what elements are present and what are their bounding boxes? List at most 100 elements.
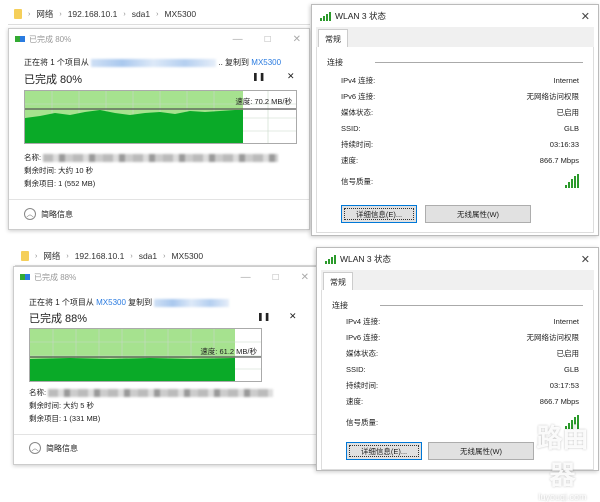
status-row: 媒体状态: 已启用 bbox=[317, 104, 593, 120]
tab-general[interactable]: 常规 bbox=[318, 29, 348, 48]
speed-graph: 速度: 70.2 MB/秒 bbox=[24, 90, 297, 144]
copy-icon bbox=[15, 36, 25, 42]
title-bar: 已完成 80% — □ ✕ bbox=[9, 29, 309, 49]
explorer-address-bar[interactable]: › 网络 › 192.168.10.1 › sda1 › MX5300 bbox=[8, 4, 310, 25]
time-remaining: 剩余时间: 大约 5 秒 bbox=[29, 401, 95, 410]
explorer-address-bar[interactable]: › 网络 › 192.168.10.1 › sda1 › MX5300 bbox=[15, 247, 317, 266]
source-link[interactable]: MX5300 bbox=[96, 298, 126, 307]
breadcrumb-item[interactable]: 192.168.10.1 bbox=[75, 251, 125, 261]
maximize-button[interactable]: □ bbox=[265, 34, 271, 45]
cancel-button[interactable]: ✕ bbox=[287, 71, 295, 82]
signal-icon bbox=[320, 11, 331, 21]
fewer-details-button[interactable]: ︿ 简略信息 bbox=[29, 442, 78, 454]
progress-label: 已完成 88% bbox=[29, 313, 88, 325]
chevron-right-icon: › bbox=[156, 10, 159, 18]
wireless-properties-button[interactable]: 无线属性(W) bbox=[425, 205, 531, 223]
status-value: 866.7 Mbps bbox=[539, 396, 579, 406]
blurred-source bbox=[91, 58, 217, 67]
minimize-button[interactable]: — bbox=[241, 272, 251, 283]
pause-button[interactable]: ❚❚ bbox=[257, 312, 270, 321]
watermark-url: luyouqi.com bbox=[538, 492, 587, 502]
close-button[interactable]: ✕ bbox=[293, 34, 301, 45]
tab-general[interactable]: 常规 bbox=[323, 272, 353, 291]
status-label: 媒体状态: bbox=[346, 348, 379, 358]
blurred-filename bbox=[48, 389, 274, 398]
status-row: 持续时间: 03:17:53 bbox=[322, 377, 593, 393]
speed-readout: 速度: 61.2 MB/秒 bbox=[200, 347, 257, 356]
destination-link[interactable]: MX5300 bbox=[251, 58, 281, 67]
fewer-details-label: 简略信息 bbox=[41, 209, 73, 219]
fewer-details-label: 简略信息 bbox=[46, 443, 78, 453]
status-label: IPv6 连接: bbox=[346, 332, 381, 342]
chevron-right-icon: › bbox=[123, 10, 126, 18]
title-bar: WLAN 3 状态 ✕ bbox=[312, 5, 598, 27]
copy-text: 正在将 1 个项目从 bbox=[29, 298, 94, 307]
fewer-details-button[interactable]: ︿ 简略信息 bbox=[24, 208, 73, 220]
status-label: IPv4 连接: bbox=[341, 75, 376, 85]
copy-description: 正在将 1 个项目从 .. 复制到 MX5300 bbox=[24, 57, 281, 68]
status-row: IPv4 连接: Internet bbox=[317, 72, 593, 88]
status-label: IPv6 连接: bbox=[341, 91, 376, 101]
chevron-up-icon: ︿ bbox=[29, 442, 41, 454]
chevron-right-icon: › bbox=[28, 10, 31, 18]
title-bar: 已完成 88% — □ ✕ bbox=[14, 267, 317, 287]
status-label: IPv4 连接: bbox=[346, 316, 381, 326]
close-button[interactable]: ✕ bbox=[301, 272, 309, 283]
divider bbox=[14, 434, 317, 435]
chevron-right-icon: › bbox=[59, 10, 62, 18]
breadcrumb-item[interactable]: MX5300 bbox=[171, 251, 203, 261]
status-row: IPv6 连接: 无网络访问权限 bbox=[317, 88, 593, 104]
status-label: 速度: bbox=[346, 396, 364, 406]
items-remaining: 剩余项目: 1 (331 MB) bbox=[29, 414, 101, 423]
status-value: GLB bbox=[563, 123, 579, 133]
breadcrumb-item[interactable]: 网络 bbox=[36, 8, 53, 20]
breadcrumb-item[interactable]: 网络 bbox=[43, 250, 60, 262]
dialog-title: 已完成 88% bbox=[34, 272, 77, 282]
minimize-button[interactable]: — bbox=[233, 34, 243, 45]
general-panel: 连接 IPv4 连接: Internet IPv6 连接: 无网络访问权限 媒体状态: 已… bbox=[316, 47, 594, 233]
signal-strength-icon bbox=[565, 174, 579, 188]
speed-area bbox=[25, 110, 243, 143]
status-value: 866.7 Mbps bbox=[539, 155, 579, 165]
progress-label: 已完成 80% bbox=[24, 74, 83, 86]
watermark-text: 路由器 bbox=[536, 423, 589, 490]
maximize-button[interactable]: □ bbox=[273, 272, 279, 283]
signal-icon bbox=[325, 254, 336, 264]
tab-bar: 常规 bbox=[321, 270, 594, 291]
breadcrumb-item[interactable]: sda1 bbox=[139, 251, 157, 261]
pause-button[interactable]: ❚❚ bbox=[252, 72, 265, 81]
speed-area bbox=[30, 358, 235, 381]
details-button[interactable]: 详细信息(E)... bbox=[346, 442, 422, 460]
folder-icon bbox=[14, 9, 22, 19]
connection-group: 连接 bbox=[322, 290, 593, 311]
dialog-title: WLAN 3 状态 bbox=[340, 254, 392, 264]
copy-description: 正在将 1 个项目从 MX5300 复制到 bbox=[29, 297, 230, 308]
wlan-status-dialog: WLAN 3 状态 ✕ 常规 连接 IPv4 连接: Internet IPv6 连… bbox=[311, 4, 599, 236]
copy-text: .. 复制到 bbox=[218, 58, 250, 67]
close-button[interactable]: ✕ bbox=[581, 253, 598, 266]
items-remaining: 剩余项目: 1 (552 MB) bbox=[24, 179, 96, 188]
status-row: 速度: 866.7 Mbps bbox=[322, 393, 593, 409]
signal-row: 信号质量: bbox=[317, 170, 593, 192]
status-value: 已启用 bbox=[556, 348, 580, 358]
name-label: 名称: bbox=[24, 153, 42, 162]
wireless-properties-button[interactable]: 无线属性(W) bbox=[428, 442, 534, 460]
status-value: Internet bbox=[553, 75, 579, 85]
status-value: 03:16:33 bbox=[549, 139, 579, 149]
breadcrumb-item[interactable]: sda1 bbox=[132, 9, 150, 19]
details-section: 名称: 剩余时间: 大约 5 秒 剩余项目: 1 (331 MB) bbox=[29, 386, 314, 425]
details-button[interactable]: 详细信息(E)... bbox=[341, 205, 417, 223]
status-label: SSID: bbox=[341, 123, 361, 133]
breadcrumb-item[interactable]: MX5300 bbox=[164, 9, 196, 19]
group-label: 连接 bbox=[327, 58, 343, 67]
copy-text: 复制到 bbox=[128, 298, 153, 307]
breadcrumb-item[interactable]: 192.168.10.1 bbox=[68, 9, 118, 19]
status-row: 速度: 866.7 Mbps bbox=[317, 152, 593, 168]
status-value: 已启用 bbox=[556, 107, 580, 117]
close-button[interactable]: ✕ bbox=[581, 10, 598, 23]
tab-bar: 常规 bbox=[316, 27, 594, 48]
status-value: 03:17:53 bbox=[549, 380, 579, 390]
cancel-button[interactable]: ✕ bbox=[289, 311, 297, 322]
details-section: 名称: 剩余时间: 大约 10 秒 剩余项目: 1 (552 MB) bbox=[24, 151, 304, 190]
status-label: 持续时间: bbox=[341, 139, 374, 149]
